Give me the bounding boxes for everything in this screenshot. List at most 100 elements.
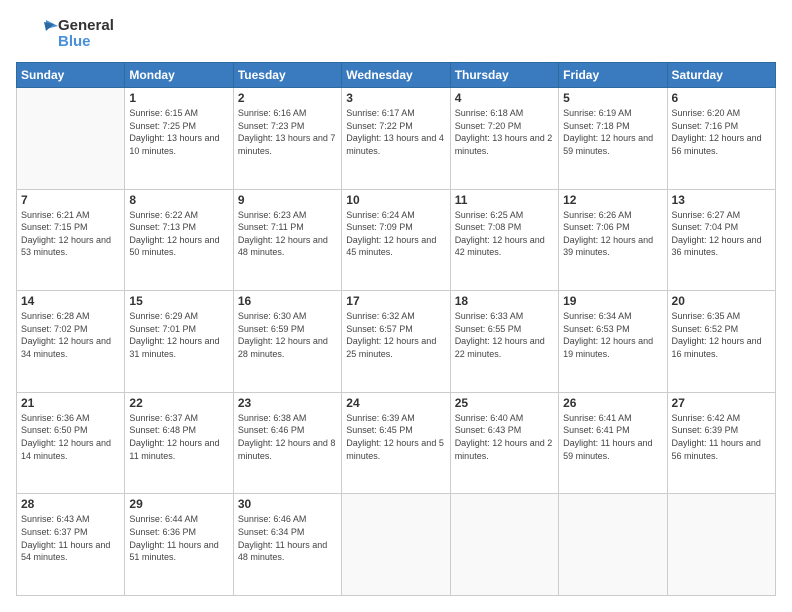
day-info: Sunrise: 6:39 AM Sunset: 6:45 PM Dayligh… xyxy=(346,412,445,462)
calendar-week-row: 21 Sunrise: 6:36 AM Sunset: 6:50 PM Dayl… xyxy=(17,392,776,494)
day-number: 10 xyxy=(346,193,445,207)
sunrise-label: Sunrise: 6:19 AM xyxy=(563,108,632,118)
daylight-label: Daylight: 12 hours and 16 minutes. xyxy=(672,336,762,359)
logo-blue: Blue xyxy=(58,34,114,51)
sunset-label: Sunset: 6:43 PM xyxy=(455,425,522,435)
day-number: 18 xyxy=(455,294,554,308)
calendar-day-cell: 25 Sunrise: 6:40 AM Sunset: 6:43 PM Dayl… xyxy=(450,392,558,494)
sunset-label: Sunset: 6:45 PM xyxy=(346,425,413,435)
calendar-body: 1 Sunrise: 6:15 AM Sunset: 7:25 PM Dayli… xyxy=(17,88,776,596)
daylight-label: Daylight: 12 hours and 56 minutes. xyxy=(672,133,762,156)
daylight-label: Daylight: 12 hours and 31 minutes. xyxy=(129,336,219,359)
sunset-label: Sunset: 7:23 PM xyxy=(238,121,305,131)
calendar-day-cell: 18 Sunrise: 6:33 AM Sunset: 6:55 PM Dayl… xyxy=(450,291,558,393)
sunrise-label: Sunrise: 6:25 AM xyxy=(455,210,524,220)
daylight-label: Daylight: 12 hours and 8 minutes. xyxy=(238,438,336,461)
sunset-label: Sunset: 6:39 PM xyxy=(672,425,739,435)
sunset-label: Sunset: 6:57 PM xyxy=(346,324,413,334)
sunset-label: Sunset: 7:04 PM xyxy=(672,222,739,232)
sunset-label: Sunset: 7:18 PM xyxy=(563,121,630,131)
sunset-label: Sunset: 6:53 PM xyxy=(563,324,630,334)
day-info: Sunrise: 6:29 AM Sunset: 7:01 PM Dayligh… xyxy=(129,310,228,360)
calendar-day-cell: 14 Sunrise: 6:28 AM Sunset: 7:02 PM Dayl… xyxy=(17,291,125,393)
day-info: Sunrise: 6:20 AM Sunset: 7:16 PM Dayligh… xyxy=(672,107,771,157)
calendar-day-cell: 3 Sunrise: 6:17 AM Sunset: 7:22 PM Dayli… xyxy=(342,88,450,190)
sunrise-label: Sunrise: 6:26 AM xyxy=(563,210,632,220)
day-info: Sunrise: 6:41 AM Sunset: 6:41 PM Dayligh… xyxy=(563,412,662,462)
day-number: 5 xyxy=(563,91,662,105)
sunset-label: Sunset: 7:08 PM xyxy=(455,222,522,232)
sunrise-label: Sunrise: 6:27 AM xyxy=(672,210,741,220)
calendar-day-cell: 16 Sunrise: 6:30 AM Sunset: 6:59 PM Dayl… xyxy=(233,291,341,393)
daylight-label: Daylight: 11 hours and 48 minutes. xyxy=(238,540,327,563)
sunset-label: Sunset: 7:20 PM xyxy=(455,121,522,131)
sunset-label: Sunset: 6:59 PM xyxy=(238,324,305,334)
day-info: Sunrise: 6:33 AM Sunset: 6:55 PM Dayligh… xyxy=(455,310,554,360)
daylight-label: Daylight: 12 hours and 45 minutes. xyxy=(346,235,436,258)
day-number: 27 xyxy=(672,396,771,410)
daylight-label: Daylight: 12 hours and 25 minutes. xyxy=(346,336,436,359)
calendar-day-cell: 11 Sunrise: 6:25 AM Sunset: 7:08 PM Dayl… xyxy=(450,189,558,291)
day-info: Sunrise: 6:30 AM Sunset: 6:59 PM Dayligh… xyxy=(238,310,337,360)
logo: General Blue xyxy=(16,16,114,52)
day-number: 30 xyxy=(238,497,337,511)
sunset-label: Sunset: 6:34 PM xyxy=(238,527,305,537)
daylight-label: Daylight: 13 hours and 10 minutes. xyxy=(129,133,219,156)
day-number: 16 xyxy=(238,294,337,308)
sunset-label: Sunset: 7:16 PM xyxy=(672,121,739,131)
day-info: Sunrise: 6:46 AM Sunset: 6:34 PM Dayligh… xyxy=(238,513,337,563)
daylight-label: Daylight: 13 hours and 2 minutes. xyxy=(455,133,553,156)
day-info: Sunrise: 6:36 AM Sunset: 6:50 PM Dayligh… xyxy=(21,412,120,462)
sunset-label: Sunset: 6:48 PM xyxy=(129,425,196,435)
logo-bird-icon xyxy=(16,16,58,52)
day-info: Sunrise: 6:15 AM Sunset: 7:25 PM Dayligh… xyxy=(129,107,228,157)
daylight-label: Daylight: 12 hours and 5 minutes. xyxy=(346,438,444,461)
day-info: Sunrise: 6:26 AM Sunset: 7:06 PM Dayligh… xyxy=(563,209,662,259)
sunrise-label: Sunrise: 6:22 AM xyxy=(129,210,198,220)
sunrise-label: Sunrise: 6:20 AM xyxy=(672,108,741,118)
calendar-day-cell: 1 Sunrise: 6:15 AM Sunset: 7:25 PM Dayli… xyxy=(125,88,233,190)
day-info: Sunrise: 6:38 AM Sunset: 6:46 PM Dayligh… xyxy=(238,412,337,462)
day-number: 29 xyxy=(129,497,228,511)
day-number: 13 xyxy=(672,193,771,207)
day-number: 15 xyxy=(129,294,228,308)
calendar-day-cell: 15 Sunrise: 6:29 AM Sunset: 7:01 PM Dayl… xyxy=(125,291,233,393)
day-info: Sunrise: 6:18 AM Sunset: 7:20 PM Dayligh… xyxy=(455,107,554,157)
sunrise-label: Sunrise: 6:28 AM xyxy=(21,311,90,321)
daylight-label: Daylight: 12 hours and 28 minutes. xyxy=(238,336,328,359)
header: General Blue xyxy=(16,16,776,52)
sunrise-label: Sunrise: 6:33 AM xyxy=(455,311,524,321)
day-info: Sunrise: 6:22 AM Sunset: 7:13 PM Dayligh… xyxy=(129,209,228,259)
day-number: 11 xyxy=(455,193,554,207)
sunrise-label: Sunrise: 6:30 AM xyxy=(238,311,307,321)
calendar-table: SundayMondayTuesdayWednesdayThursdayFrid… xyxy=(16,62,776,596)
daylight-label: Daylight: 12 hours and 39 minutes. xyxy=(563,235,653,258)
daylight-label: Daylight: 12 hours and 50 minutes. xyxy=(129,235,219,258)
sunrise-label: Sunrise: 6:21 AM xyxy=(21,210,90,220)
calendar-day-cell: 26 Sunrise: 6:41 AM Sunset: 6:41 PM Dayl… xyxy=(559,392,667,494)
calendar-day-cell xyxy=(17,88,125,190)
day-info: Sunrise: 6:24 AM Sunset: 7:09 PM Dayligh… xyxy=(346,209,445,259)
day-number: 2 xyxy=(238,91,337,105)
day-info: Sunrise: 6:43 AM Sunset: 6:37 PM Dayligh… xyxy=(21,513,120,563)
daylight-label: Daylight: 12 hours and 22 minutes. xyxy=(455,336,545,359)
day-number: 19 xyxy=(563,294,662,308)
sunset-label: Sunset: 6:55 PM xyxy=(455,324,522,334)
day-number: 1 xyxy=(129,91,228,105)
day-number: 26 xyxy=(563,396,662,410)
daylight-label: Daylight: 12 hours and 42 minutes. xyxy=(455,235,545,258)
sunrise-label: Sunrise: 6:41 AM xyxy=(563,413,632,423)
day-number: 12 xyxy=(563,193,662,207)
sunrise-label: Sunrise: 6:15 AM xyxy=(129,108,198,118)
sunrise-label: Sunrise: 6:36 AM xyxy=(21,413,90,423)
calendar-day-header: Tuesday xyxy=(233,63,341,88)
sunset-label: Sunset: 7:22 PM xyxy=(346,121,413,131)
calendar-day-cell: 7 Sunrise: 6:21 AM Sunset: 7:15 PM Dayli… xyxy=(17,189,125,291)
day-info: Sunrise: 6:16 AM Sunset: 7:23 PM Dayligh… xyxy=(238,107,337,157)
day-info: Sunrise: 6:34 AM Sunset: 6:53 PM Dayligh… xyxy=(563,310,662,360)
calendar-week-row: 28 Sunrise: 6:43 AM Sunset: 6:37 PM Dayl… xyxy=(17,494,776,596)
calendar-day-cell: 2 Sunrise: 6:16 AM Sunset: 7:23 PM Dayli… xyxy=(233,88,341,190)
sunset-label: Sunset: 6:50 PM xyxy=(21,425,88,435)
sunrise-label: Sunrise: 6:29 AM xyxy=(129,311,198,321)
daylight-label: Daylight: 12 hours and 36 minutes. xyxy=(672,235,762,258)
